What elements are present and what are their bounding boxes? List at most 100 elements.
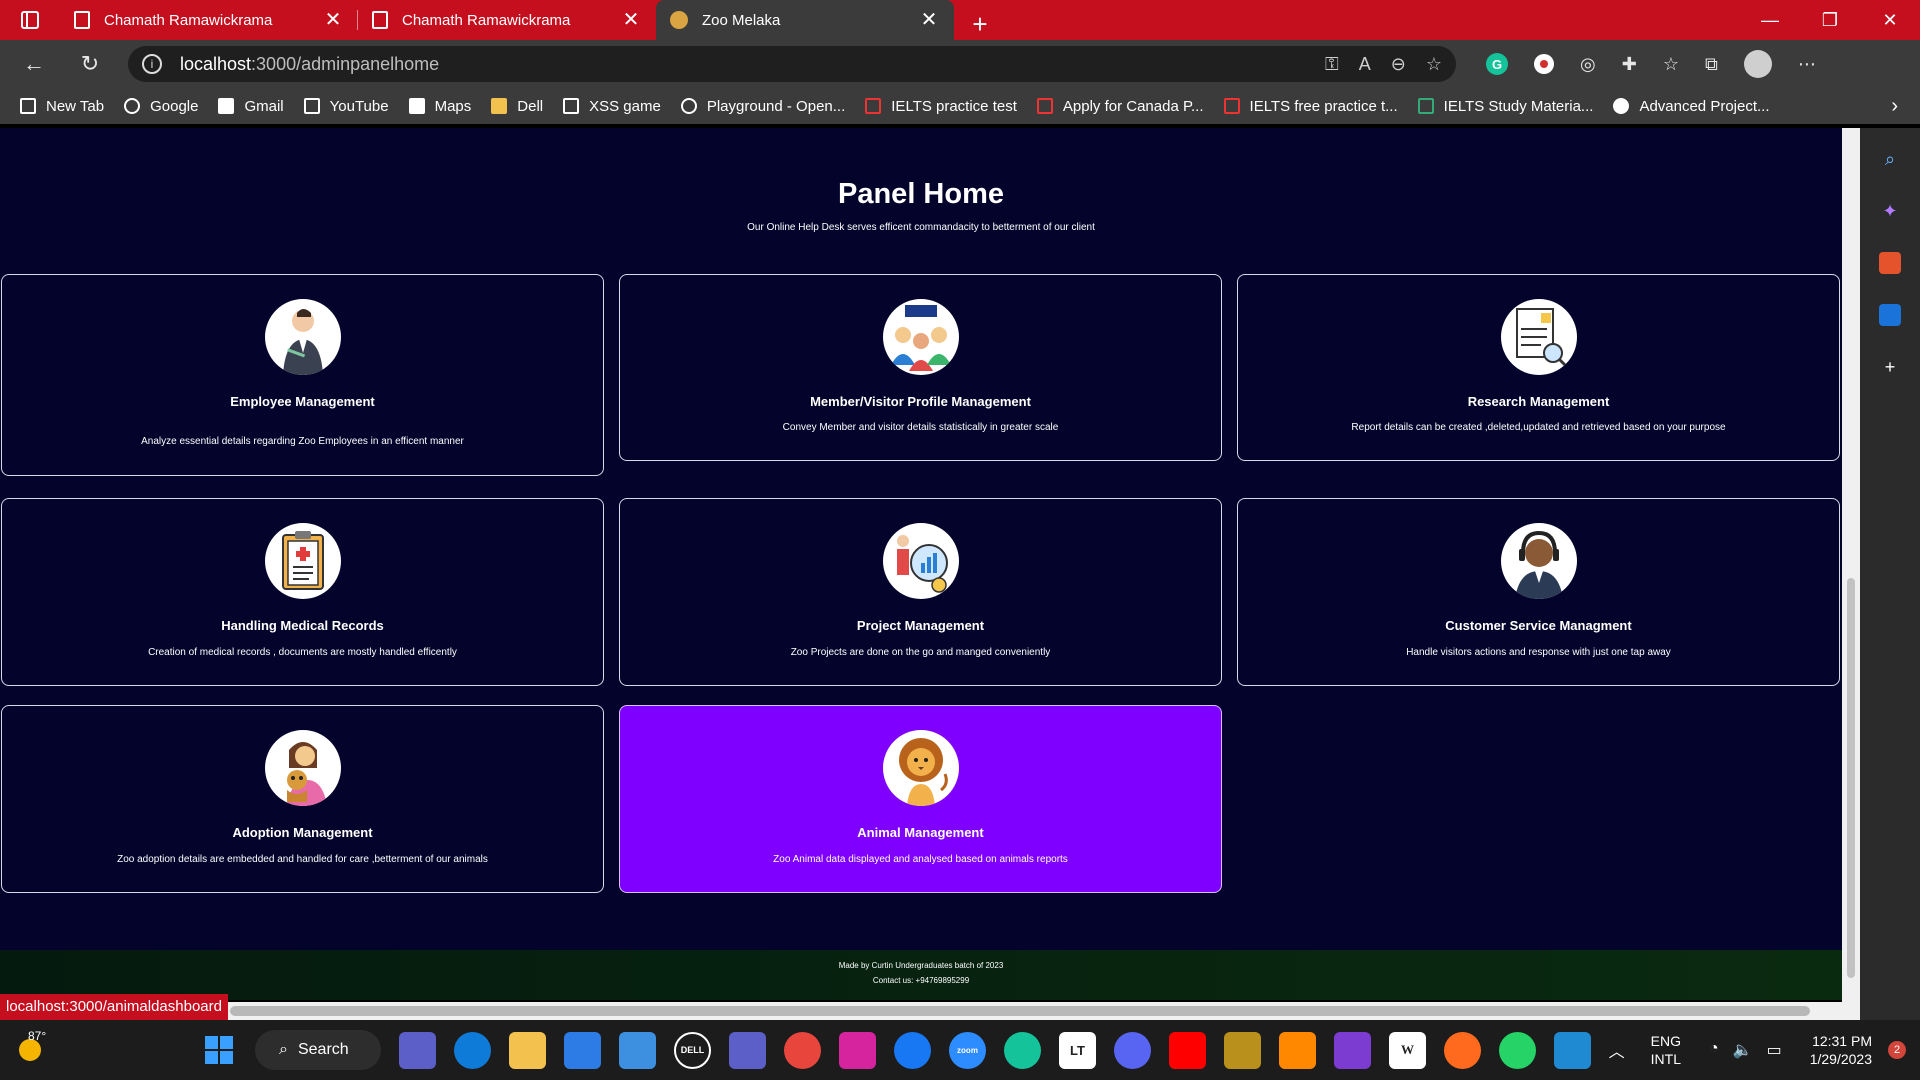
grammarly-extension-icon[interactable]: G [1486, 53, 1508, 75]
bookmark-canada[interactable]: Apply for Canada P... [1036, 97, 1204, 115]
microsoft-store-icon[interactable] [564, 1031, 601, 1069]
browser-tab-2[interactable]: Chamath Ramawickrama ✕ [358, 0, 656, 40]
search-icon[interactable]: ⌕ [1879, 148, 1901, 170]
bookmark-label: Gmail [244, 97, 284, 115]
bookmark-label: Advanced Project... [1639, 97, 1770, 115]
minimize-icon[interactable]: — [1740, 0, 1800, 40]
bookmark-label: Google [150, 97, 199, 115]
whatsapp-icon[interactable] [1499, 1031, 1536, 1069]
extension-icon[interactable]: ◎ [1580, 54, 1596, 75]
browser-tab-active[interactable]: Zoo Melaka ✕ [656, 0, 954, 40]
chevron-up-icon[interactable]: ︿ [1609, 1038, 1625, 1062]
bookmark-maps[interactable]: Maps [408, 98, 471, 115]
add-favorite-icon[interactable]: ☆ [1426, 54, 1442, 75]
card-animal-management[interactable]: Animal Management Zoo Animal data displa… [619, 705, 1222, 893]
bookmark-ielts-study[interactable]: IELTS Study Materia... [1417, 98, 1593, 115]
lock-app-icon[interactable] [1224, 1031, 1261, 1069]
bookmark-new-tab[interactable]: New Tab [20, 98, 104, 115]
card-member-visitor-profile-management[interactable]: Member/Visitor Profile Management Convey… [619, 274, 1222, 461]
scroll-thumb[interactable] [1847, 578, 1855, 978]
refresh-button[interactable]: ↻ [68, 42, 112, 86]
grammarly-icon[interactable] [1004, 1031, 1041, 1069]
vlc-icon[interactable] [1279, 1031, 1316, 1069]
close-tab-icon[interactable]: ✕ [620, 10, 642, 30]
bookmark-xss-game[interactable]: XSS game [563, 98, 661, 115]
browser-tab-1[interactable]: Chamath Ramawickrama ✕ [60, 0, 358, 40]
battery-icon: ▭ [1766, 1042, 1782, 1059]
key-icon[interactable]: ⚿ [1325, 54, 1339, 75]
system-tray: ︿ ENG INTL ◔ 🔈 ▭ 12:31 PM 1/29/2023 2 [1609, 1020, 1920, 1080]
address-bar[interactable]: i localhost:3000/adminpanelhome ⚿ A ⊖ ☆ [128, 46, 1456, 82]
teams-icon[interactable] [729, 1031, 766, 1069]
ielts-icon [865, 98, 882, 114]
page-viewport: Panel Home Our Online Help Desk serves e… [0, 128, 1842, 1000]
close-tab-icon[interactable]: ✕ [322, 10, 344, 30]
card-employee-management[interactable]: Employee Management Analyze essential de… [1, 274, 604, 476]
chrome-icon[interactable] [784, 1031, 821, 1069]
add-icon[interactable]: + [1879, 356, 1901, 378]
bookmark-gmail[interactable]: Gmail [218, 97, 284, 115]
bookmark-label: Apply for Canada P... [1062, 97, 1204, 115]
restore-icon[interactable]: ❐ [1800, 0, 1860, 40]
extensions-puzzle-icon[interactable]: ✚ [1622, 54, 1637, 75]
bookmark-playground[interactable]: Playground - Open... [680, 98, 845, 115]
outlook-icon[interactable] [1879, 304, 1901, 326]
card-adoption-management[interactable]: Adoption Management Zoo adoption details… [1, 705, 604, 893]
mail-icon[interactable] [619, 1031, 656, 1069]
bookmark-ielts-free[interactable]: IELTS free practice t... [1223, 98, 1398, 115]
card-customer-service-managment[interactable]: Customer Service Managment Handle visito… [1237, 498, 1840, 686]
more-menu-icon[interactable]: ⋯ [1798, 54, 1816, 75]
scroll-thumb[interactable] [230, 1006, 1810, 1016]
vertical-scrollbar[interactable] [1842, 128, 1860, 1020]
vscode-icon[interactable] [1554, 1031, 1591, 1069]
wikipedia-icon[interactable]: W [1389, 1031, 1426, 1069]
language-indicator[interactable]: ENG INTL [1651, 1032, 1681, 1068]
facebook-icon[interactable] [894, 1031, 931, 1069]
collections-icon[interactable]: ⧉ [1705, 54, 1718, 75]
bookmark-advanced-project[interactable]: Advanced Project... [1613, 97, 1770, 115]
youtube-icon[interactable] [1169, 1031, 1206, 1069]
site-info-icon[interactable]: i [142, 54, 162, 74]
clock[interactable]: 12:31 PM 1/29/2023 [1810, 1032, 1872, 1068]
close-window-icon[interactable]: ✕ [1860, 0, 1920, 40]
profile-avatar[interactable] [1743, 50, 1772, 78]
tab-actions-button[interactable] [0, 0, 60, 40]
languagetool-icon[interactable]: LT [1059, 1031, 1096, 1069]
bookmark-youtube[interactable]: YouTube [303, 98, 389, 115]
card-handling-medical-records[interactable]: Handling Medical Records Creation of med… [1, 498, 604, 686]
file-explorer-icon[interactable] [509, 1031, 546, 1069]
read-aloud-icon[interactable]: A [1359, 54, 1371, 75]
card-title: Research Management [1467, 394, 1610, 409]
horizontal-scrollbar[interactable] [0, 1002, 1842, 1020]
discord-icon[interactable] [1114, 1031, 1151, 1069]
copilot-icon[interactable]: ✦ [1879, 200, 1901, 222]
zoom-out-icon[interactable]: ⊖ [1391, 54, 1406, 75]
taskbar-search[interactable]: ⌕ Search [255, 1030, 381, 1070]
instagram-icon[interactable] [839, 1031, 876, 1069]
postman-icon[interactable] [1444, 1031, 1481, 1069]
office-icon[interactable] [1879, 252, 1901, 274]
notification-badge[interactable]: 2 [1888, 1041, 1906, 1059]
back-button[interactable]: ← [12, 42, 56, 86]
zoom-icon[interactable]: zoom [949, 1031, 986, 1069]
start-windows-icon[interactable] [200, 1032, 237, 1069]
card-description: Creation of medical records , documents … [148, 647, 457, 658]
edge-icon[interactable] [454, 1031, 491, 1069]
teams-chat-icon[interactable] [399, 1031, 436, 1069]
visual-studio-icon[interactable] [1334, 1031, 1371, 1069]
card-project-management[interactable]: Project Management Zoo Projects are done… [619, 498, 1222, 686]
weather-widget[interactable]: 87° [0, 1029, 60, 1061]
bookmark-dell[interactable]: Dell [491, 98, 543, 115]
favorites-icon[interactable]: ☆ [1663, 54, 1679, 75]
wifi-icon: ◔ [1708, 1040, 1719, 1057]
chevron-right-icon[interactable]: › [1891, 95, 1898, 118]
bookmark-google[interactable]: Google [124, 98, 198, 115]
bookmark-ielts-practice[interactable]: IELTS practice test [865, 98, 1017, 115]
record-extension-icon[interactable] [1534, 54, 1554, 74]
new-tab-button[interactable]: + [960, 9, 1000, 40]
dell-icon[interactable]: DELL [674, 1031, 711, 1069]
quick-settings[interactable]: ◔ 🔈 ▭ [1709, 1040, 1782, 1060]
card-research-management[interactable]: Research Management Report details can b… [1237, 274, 1840, 461]
close-tab-icon[interactable]: ✕ [918, 10, 940, 30]
card-description: Convey Member and visitor details statis… [782, 422, 1059, 433]
